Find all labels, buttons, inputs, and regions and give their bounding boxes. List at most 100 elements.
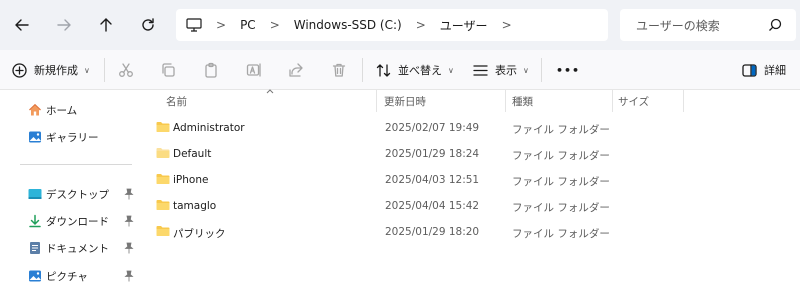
more-options-button[interactable]: •••	[556, 58, 580, 82]
arrow-right-icon	[57, 19, 71, 31]
monitor-icon	[186, 18, 202, 32]
delete-button[interactable]	[331, 58, 347, 82]
column-name-header[interactable]: 名前	[166, 94, 187, 109]
search-icon	[769, 18, 782, 31]
column-divider[interactable]	[683, 90, 684, 112]
pin-icon[interactable]	[124, 215, 134, 227]
more-options-icon: •••	[556, 63, 581, 77]
pin-icon[interactable]	[124, 242, 134, 254]
file-row[interactable]: tamaglo 2025/04/04 15:42 ファイル フォルダー	[140, 194, 800, 218]
file-row[interactable]: Administrator 2025/02/07 19:49 ファイル フォルダ…	[140, 116, 800, 140]
file-row[interactable]: Default 2025/01/29 18:24 ファイル フォルダー	[140, 142, 800, 166]
new-button[interactable]: 新規作成 ∨	[12, 58, 90, 82]
column-divider[interactable]	[376, 90, 377, 112]
file-name: tamaglo	[173, 200, 217, 212]
sort-button[interactable]: 並べ替え ∨	[376, 58, 454, 82]
sidebar-item-label: ピクチャ	[46, 270, 88, 283]
column-header-row: 名前 更新日時 種類 サイズ	[140, 89, 800, 112]
details-pane-icon	[742, 63, 757, 77]
file-type: ファイル フォルダー	[512, 202, 610, 214]
paste-icon	[205, 62, 217, 78]
column-divider[interactable]	[612, 90, 613, 112]
breadcrumb-separator[interactable]: >	[502, 18, 512, 32]
refresh-button[interactable]	[136, 12, 160, 38]
sidebar-divider	[20, 164, 132, 165]
sort-icon	[376, 63, 391, 77]
sidebar-item-home[interactable]: ホーム	[28, 100, 138, 120]
folder-icon	[156, 148, 170, 158]
file-name: iPhone	[173, 174, 209, 186]
file-name: Administrator	[173, 122, 245, 134]
search-placeholder: ユーザーの検索	[636, 18, 720, 33]
add-circle-icon	[12, 62, 27, 78]
gallery-icon	[28, 130, 42, 144]
sidebar-item-documents[interactable]: ドキュメント	[28, 238, 138, 258]
file-name: Default	[173, 148, 212, 160]
up-button[interactable]	[94, 12, 118, 38]
pin-icon[interactable]	[124, 270, 134, 282]
toolbar-divider	[104, 58, 105, 82]
share-button[interactable]	[288, 58, 304, 82]
details-label: 詳細	[764, 64, 786, 77]
file-modified: 2025/04/04 15:42	[385, 200, 480, 212]
rename-button[interactable]	[246, 58, 262, 82]
address-field[interactable]: > PC > Windows-SSD (C:) > ユーザー >	[176, 9, 608, 41]
breadcrumb-pc[interactable]: PC	[240, 18, 256, 32]
sidebar-item-downloads[interactable]: ダウンロード	[28, 211, 138, 231]
sidebar-item-label: ホーム	[46, 104, 78, 117]
sidebar-item-desktop[interactable]: デスクトップ	[28, 184, 138, 204]
breadcrumb-separator: >	[216, 18, 227, 32]
copy-icon	[162, 63, 175, 77]
file-type: ファイル フォルダー	[512, 150, 610, 162]
column-size-header[interactable]: サイズ	[618, 94, 649, 109]
copy-button[interactable]	[160, 58, 176, 82]
command-bar: 新規作成 ∨ 並べ替え ∨ 表示 ∨ ••• 詳細	[0, 50, 800, 90]
rename-icon	[246, 63, 261, 77]
forward-button[interactable]	[52, 12, 76, 38]
breadcrumb-separator: >	[415, 18, 426, 32]
pictures-icon	[28, 269, 42, 283]
cut-button[interactable]	[118, 58, 134, 82]
back-button[interactable]	[10, 12, 34, 38]
file-name: パブリック	[173, 228, 226, 240]
file-row[interactable]: iPhone 2025/04/03 12:51 ファイル フォルダー	[140, 168, 800, 192]
column-type-header[interactable]: 種類	[512, 94, 533, 109]
file-type: ファイル フォルダー	[512, 176, 610, 188]
sidebar-item-pictures[interactable]: ピクチャ	[28, 266, 138, 286]
file-modified: 2025/01/29 18:24	[385, 148, 480, 160]
scissors-icon	[119, 63, 133, 77]
file-modified: 2025/02/07 19:49	[385, 122, 480, 134]
navigation-pane: ホーム ギャラリー デスクトップ ダウンロード ドキュメント ピクチャ	[0, 90, 140, 300]
sidebar-item-label: デスクトップ	[46, 188, 109, 201]
search-input[interactable]: ユーザーの検索	[620, 9, 796, 41]
download-icon	[28, 214, 42, 228]
chevron-down-icon: ∨	[84, 65, 90, 75]
pin-icon[interactable]	[124, 188, 134, 200]
sidebar-item-label: ダウンロード	[46, 215, 109, 228]
list-view-icon	[473, 64, 488, 76]
file-modified: 2025/01/29 18:20	[385, 226, 480, 238]
view-button[interactable]: 表示 ∨	[473, 58, 529, 82]
arrow-up-icon	[100, 18, 112, 32]
folder-icon	[156, 200, 170, 210]
arrow-left-icon	[15, 19, 29, 31]
file-row[interactable]: パブリック 2025/01/29 18:20 ファイル フォルダー	[140, 220, 800, 244]
sidebar-item-gallery[interactable]: ギャラリー	[28, 127, 138, 147]
address-bar-area: > PC > Windows-SSD (C:) > ユーザー > ユーザーの検索	[0, 0, 800, 50]
refresh-icon	[142, 18, 154, 31]
view-label: 表示	[495, 64, 517, 77]
sidebar-item-label: ドキュメント	[46, 242, 109, 255]
paste-button[interactable]	[203, 58, 219, 82]
breadcrumb-drive[interactable]: Windows-SSD (C:)	[294, 18, 402, 32]
folder-icon	[156, 174, 170, 184]
column-divider[interactable]	[505, 90, 506, 112]
toolbar-divider	[541, 58, 542, 82]
breadcrumb-users[interactable]: ユーザー	[440, 17, 488, 34]
sort-label: 並べ替え	[398, 64, 442, 77]
column-modified-header[interactable]: 更新日時	[384, 94, 426, 109]
file-type: ファイル フォルダー	[512, 228, 610, 240]
details-pane-button[interactable]: 詳細	[742, 58, 786, 82]
folder-icon	[156, 226, 170, 236]
sidebar-item-label: ギャラリー	[46, 131, 99, 144]
breadcrumb-separator: >	[269, 18, 280, 32]
